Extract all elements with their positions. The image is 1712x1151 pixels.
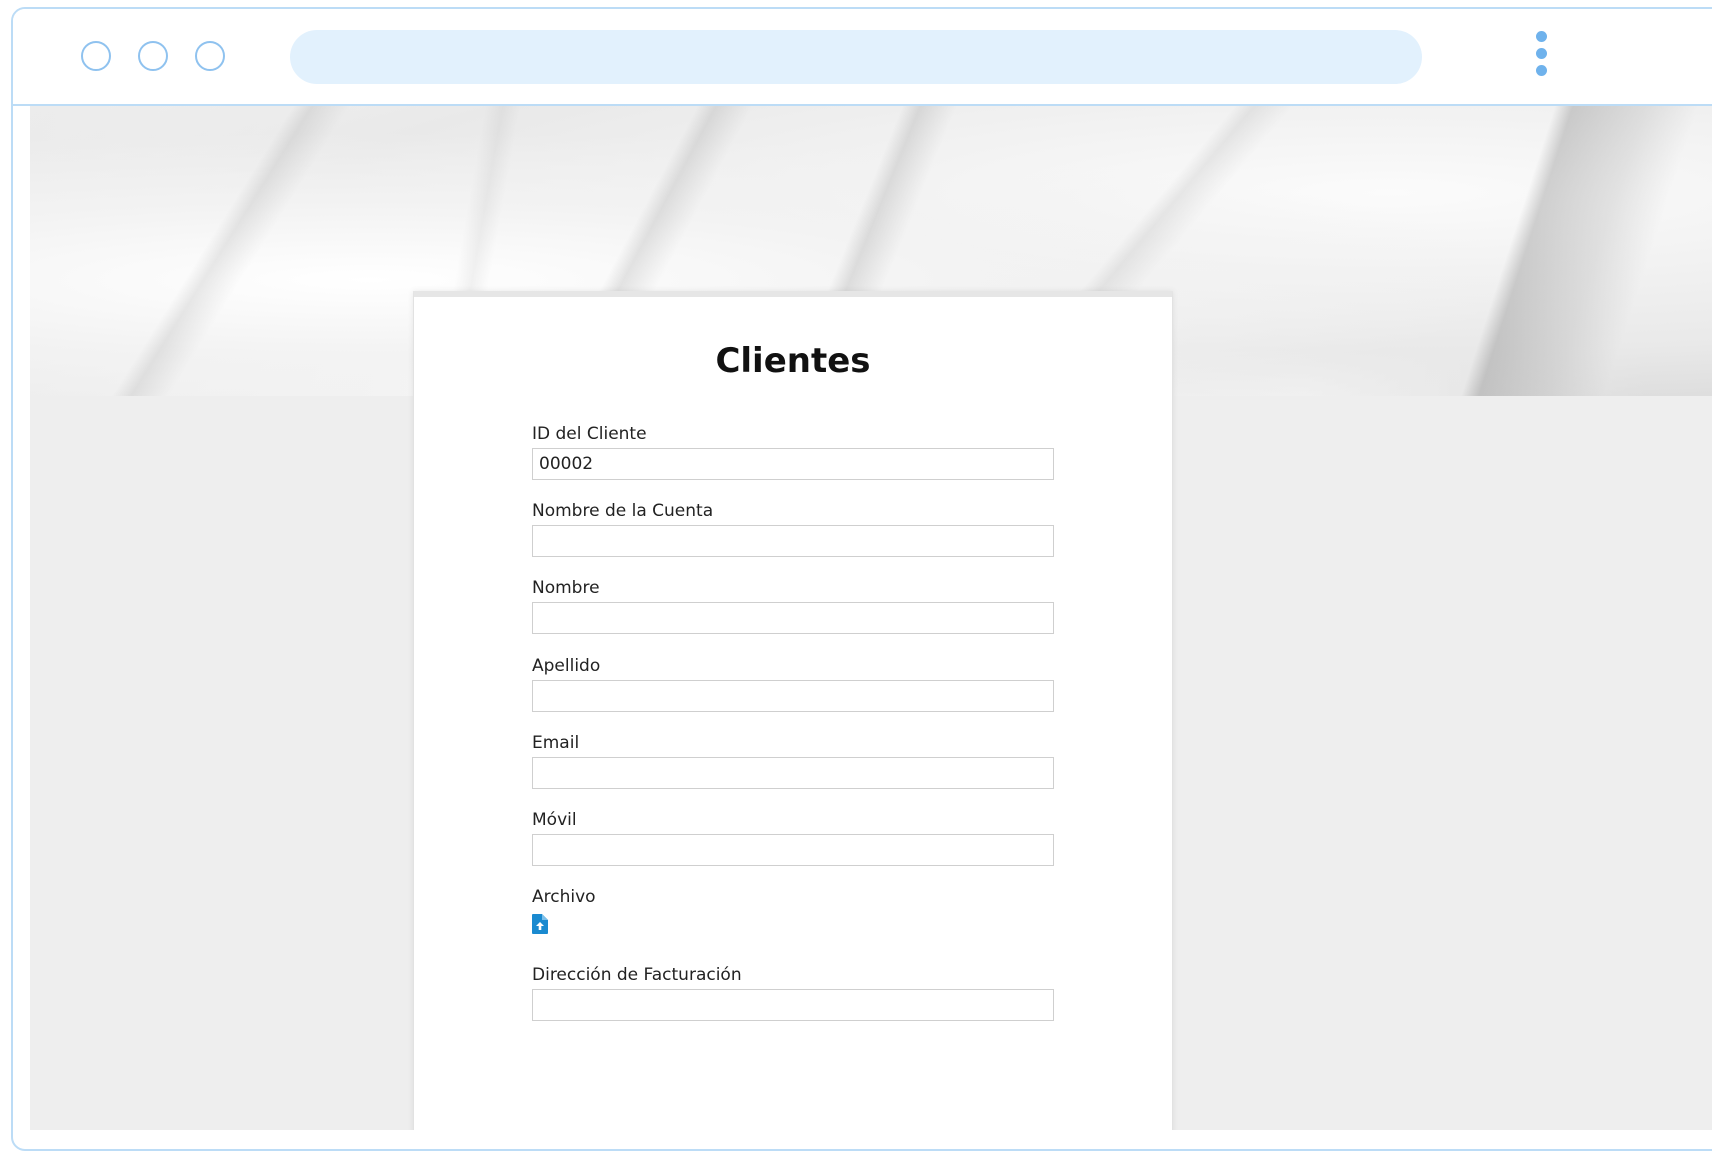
customer-id-field-group: ID del Cliente (532, 423, 1054, 480)
account-name-label: Nombre de la Cuenta (532, 501, 714, 521)
mobile-input[interactable] (532, 834, 1054, 866)
window-control-circle-1[interactable] (81, 41, 111, 71)
address-bar[interactable] (290, 30, 1422, 84)
account-name-field-group: Nombre de la Cuenta (532, 500, 1054, 557)
customer-id-label: ID del Cliente (532, 424, 647, 444)
file-label: Archivo (532, 887, 596, 907)
last-name-field-group: Apellido (532, 655, 1054, 712)
form-card: Clientes ID del Cliente Nombre de la Cue… (413, 291, 1173, 1130)
email-label: Email (532, 733, 580, 753)
browser-titlebar (13, 9, 1712, 106)
mobile-label: Móvil (532, 810, 577, 830)
page-viewport: Clientes ID del Cliente Nombre de la Cue… (30, 106, 1712, 1130)
window-control-circle-3[interactable] (195, 41, 225, 71)
browser-window: Clientes ID del Cliente Nombre de la Cue… (11, 7, 1712, 1151)
account-name-input[interactable] (532, 525, 1054, 557)
first-name-input[interactable] (532, 602, 1054, 634)
first-name-label: Nombre (532, 578, 600, 598)
billing-address-label: Dirección de Facturación (532, 965, 742, 985)
last-name-input[interactable] (532, 680, 1054, 712)
billing-address-field-group: Dirección de Facturación (532, 964, 1054, 1021)
mobile-field-group: Móvil (532, 809, 1054, 866)
customer-id-input[interactable] (532, 448, 1054, 480)
more-options-icon[interactable] (1532, 31, 1550, 85)
email-field-group: Email (532, 732, 1054, 789)
last-name-label: Apellido (532, 656, 601, 676)
form-title: Clientes (715, 341, 871, 381)
billing-address-input[interactable] (532, 989, 1054, 1021)
email-input[interactable] (532, 757, 1054, 789)
file-field-group: Archivo (532, 886, 1054, 934)
first-name-field-group: Nombre (532, 577, 1054, 634)
window-control-circle-2[interactable] (138, 41, 168, 71)
file-upload-icon[interactable] (532, 914, 548, 934)
